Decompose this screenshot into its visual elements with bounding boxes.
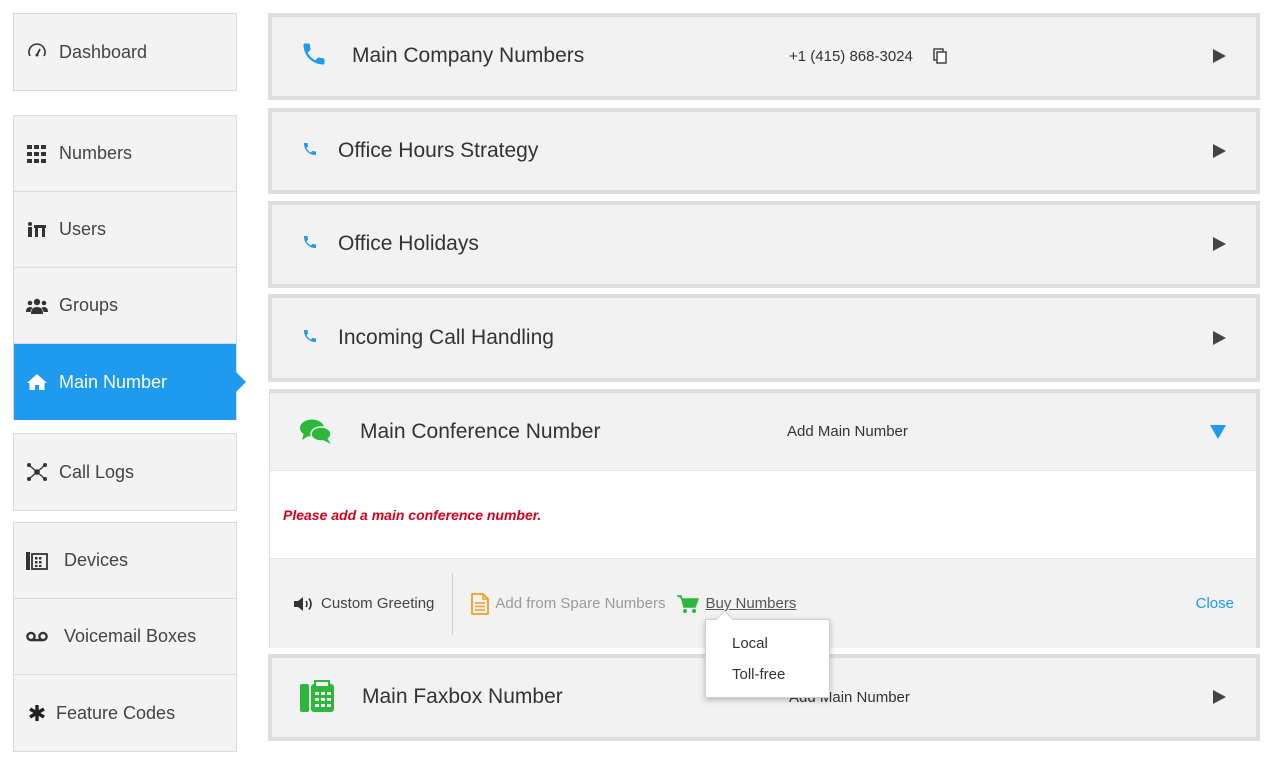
call-logs-icon: [26, 461, 48, 483]
speedometer-icon: [26, 41, 48, 63]
panel-office-holidays: Office Holidays: [268, 201, 1260, 288]
sidebar-group-logs: Call Logs: [13, 433, 237, 511]
panel-header[interactable]: Office Hours Strategy: [272, 112, 1256, 190]
sidebar-item-label: Numbers: [59, 143, 133, 163]
sidebar-item-voicemail-boxes[interactable]: Voicemail Boxes: [14, 599, 236, 675]
company-number-text: +1 (415) 868-3024: [789, 47, 913, 65]
sidebar-item-label: Dashboard: [59, 41, 148, 62]
custom-greeting-button[interactable]: Custom Greeting: [293, 595, 434, 612]
users-icon: [26, 219, 48, 241]
sidebar-item-label: Main Number: [59, 371, 168, 392]
expand-arrow-icon[interactable]: [1213, 144, 1226, 158]
sidebar-group-main: Numbers Users Groups Main Number: [13, 115, 246, 420]
sidebar-item-label: Call Logs: [59, 461, 135, 482]
sidebar-item-feature-codes[interactable]: Feature Codes: [14, 675, 236, 751]
home-icon: [26, 371, 48, 393]
panel-title: Incoming Call Handling: [338, 326, 554, 349]
speaker-icon: [293, 596, 315, 612]
panel-incoming-call-handling: Incoming Call Handling: [268, 294, 1260, 382]
panel-title: Office Holidays: [338, 232, 479, 255]
phone-icon: [302, 328, 318, 349]
devices-icon: [26, 550, 48, 572]
sidebar-item-label: Voicemail Boxes: [64, 626, 197, 646]
panel-header[interactable]: Main Conference Number Add Main Number: [270, 393, 1256, 470]
panel-header[interactable]: Office Holidays: [272, 205, 1256, 283]
sidebar-item-label: Groups: [59, 295, 119, 315]
close-link[interactable]: Close: [1196, 595, 1234, 612]
sidebar-item-dashboard[interactable]: Dashboard: [14, 14, 236, 90]
buy-numbers-button[interactable]: Buy Numbers: [677, 594, 796, 614]
cart-icon: [677, 594, 700, 614]
panel-main-conference-number: Main Conference Number Add Main Number P…: [269, 389, 1260, 648]
sidebar-item-numbers[interactable]: Numbers: [14, 116, 236, 192]
fax-icon: [300, 680, 334, 714]
expand-arrow-icon[interactable]: [1213, 237, 1226, 251]
phone-icon: [300, 40, 328, 73]
voicemail-icon: [26, 626, 48, 648]
phone-icon: [302, 141, 318, 162]
panel-main-company-numbers: Main Company Numbers +1 (415) 868-3024: [268, 13, 1260, 100]
sidebar-group-dashboard: Dashboard: [13, 13, 237, 91]
panel-header[interactable]: Main Company Numbers +1 (415) 868-3024: [272, 17, 1256, 95]
sidebar-item-label: Feature Codes: [56, 702, 176, 723]
sidebar-group-devices: Devices Voicemail Boxes Feature Codes: [13, 522, 237, 752]
sidebar-item-label: Devices: [64, 550, 129, 570]
copy-icon[interactable]: [933, 48, 947, 64]
collapse-arrow-icon[interactable]: [1210, 424, 1226, 439]
sidebar-item-label: Users: [59, 219, 107, 239]
panel-title: Office Hours Strategy: [338, 139, 539, 162]
panel-body: Please add a main conference number.: [270, 470, 1256, 558]
group-icon: [26, 295, 48, 317]
dropdown-option-toll-free[interactable]: Toll-free: [706, 659, 829, 690]
panel-title: Main Company Numbers: [352, 44, 585, 67]
panel-office-hours-strategy: Office Hours Strategy: [268, 108, 1260, 194]
divider: [452, 572, 454, 635]
sidebar-item-devices[interactable]: Devices: [14, 523, 236, 599]
sidebar-item-users[interactable]: Users: [14, 192, 236, 268]
sidebar-item-groups[interactable]: Groups: [14, 268, 236, 344]
document-icon: [471, 592, 490, 615]
company-number: +1 (415) 868-3024: [789, 48, 947, 65]
phone-icon: [302, 234, 318, 255]
chat-bubbles-icon: [300, 418, 332, 446]
grid-icon: [26, 143, 48, 165]
add-main-number-link[interactable]: Add Main Number: [787, 423, 908, 440]
panel-header[interactable]: Incoming Call Handling: [272, 298, 1256, 378]
sidebar-item-main-number[interactable]: Main Number: [14, 344, 246, 420]
expand-arrow-icon[interactable]: [1213, 331, 1226, 345]
asterisk-icon: [26, 702, 48, 724]
panel-title: Main Conference Number: [360, 419, 601, 443]
expand-arrow-icon[interactable]: [1213, 690, 1226, 704]
dropdown-option-local[interactable]: Local: [706, 628, 829, 659]
panel-title: Main Faxbox Number: [362, 685, 563, 708]
buy-numbers-label: Buy Numbers: [705, 595, 797, 612]
add-from-spare-numbers-button[interactable]: Add from Spare Numbers: [471, 592, 666, 615]
sidebar-item-call-logs[interactable]: Call Logs: [14, 434, 236, 510]
warning-message: Please add a main conference number.: [283, 506, 542, 523]
expand-arrow-icon[interactable]: [1213, 49, 1226, 63]
custom-greeting-label: Custom Greeting: [321, 595, 435, 612]
add-from-spare-numbers-label: Add from Spare Numbers: [495, 595, 666, 612]
buy-numbers-dropdown: Local Toll-free: [705, 619, 830, 698]
